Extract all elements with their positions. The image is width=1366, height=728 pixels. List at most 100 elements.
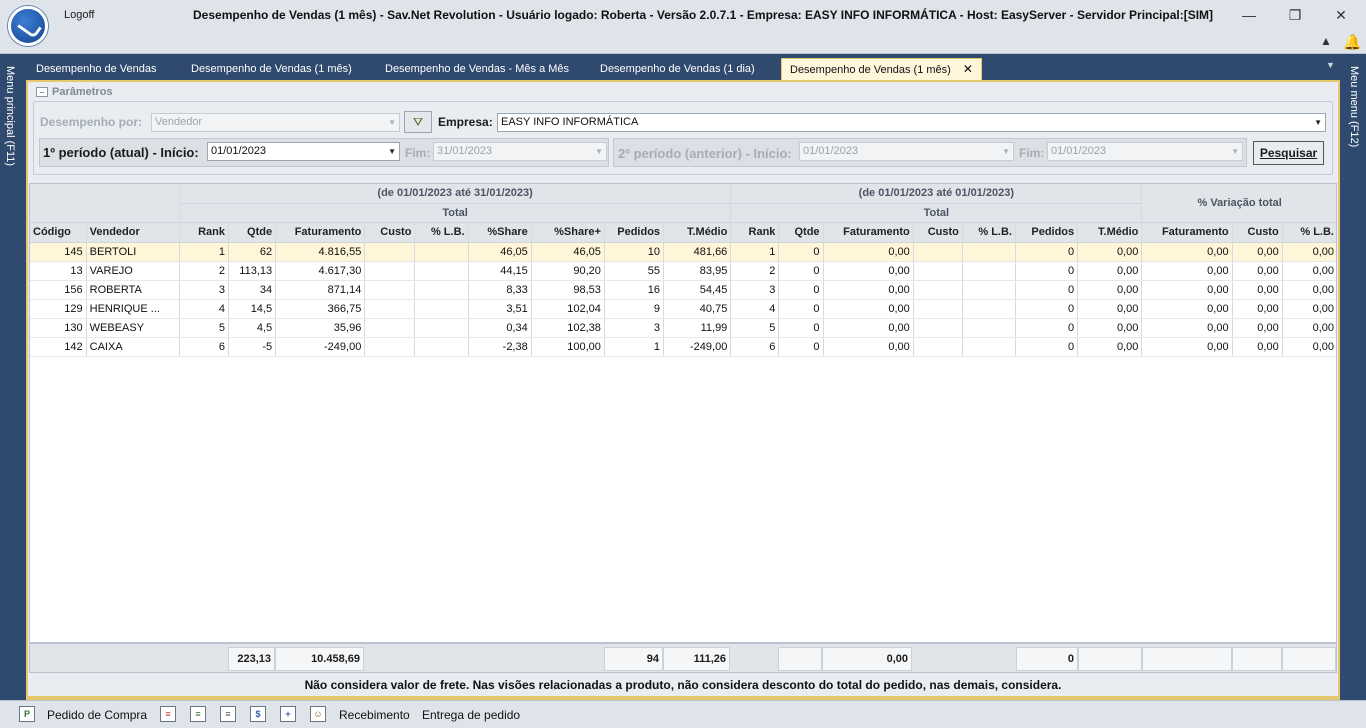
pedido-compra-icon[interactable]: P — [19, 706, 35, 722]
table-cell: 113,13 — [228, 261, 277, 281]
col-p2-pedidos[interactable]: Pedidos — [1015, 222, 1079, 243]
table-cell: 2 — [730, 261, 780, 281]
table-cell: 4,5 — [228, 318, 277, 338]
col-share[interactable]: %Share — [468, 222, 532, 243]
table-cell — [364, 242, 416, 262]
table-cell: 0 — [778, 318, 824, 338]
table-row[interactable]: 145 BERTOLI 1 62 4.816,55 46,05 46,05 10 481,66 1… — [30, 242, 1336, 262]
tab-desempenho-1-mes[interactable]: Desempenho de Vendas (1 mês) — [183, 60, 360, 80]
period2-end-date[interactable]: 01/01/2023 ▼ — [1047, 142, 1243, 161]
results-grid[interactable]: (de 01/01/2023 até 31/01/2023) (de 01/01… — [29, 183, 1337, 643]
header-blank — [30, 184, 180, 223]
table-cell: 6 — [179, 337, 230, 357]
total-p2-faturamento: 0,00 — [822, 647, 912, 671]
col-share-plus[interactable]: %Share+ — [531, 222, 605, 243]
tab-desempenho-mes-a-mes[interactable]: Desempenho de Vendas - Mês a Mês — [377, 60, 577, 80]
parameters-legend[interactable]: – Parâmetros — [36, 86, 113, 98]
tab-desempenho-1-dia[interactable]: Desempenho de Vendas (1 dia) — [592, 60, 763, 80]
tab-active-label: Desempenho de Vendas (1 mês) — [790, 64, 951, 76]
table-cell: 3 — [730, 280, 780, 300]
table-cell — [414, 337, 469, 357]
col-custo[interactable]: Custo — [364, 222, 416, 243]
chevron-down-icon: ▼ — [1314, 118, 1322, 127]
period1-start-date[interactable]: 01/01/2023 ▼ — [207, 142, 400, 161]
col-p2-rank[interactable]: Rank — [730, 222, 780, 243]
total-faturamento: 10.458,69 — [275, 647, 364, 671]
chevron-up-icon[interactable]: ▲ — [1320, 34, 1332, 48]
empresa-select[interactable]: EASY INFO INFORMÁTICA ▼ — [497, 113, 1326, 132]
users-icon[interactable]: ☺ — [310, 706, 326, 722]
col-p2-custo[interactable]: Custo — [913, 222, 963, 243]
app-logo[interactable] — [8, 6, 48, 46]
table-row[interactable]: 142 CAIXA 6 -5 -249,00 -2,38 100,00 1 -249,00 6 0 0… — [30, 337, 1336, 357]
recebimento-button[interactable]: Recebimento — [339, 708, 410, 722]
table-cell: 98,53 — [531, 280, 605, 300]
col-vendedor[interactable]: Vendedor — [86, 222, 180, 243]
total-p2-tmedio — [1078, 647, 1142, 671]
col-pedidos[interactable]: Pedidos — [604, 222, 665, 243]
desempenho-select[interactable]: Vendedor ▼ — [151, 113, 400, 132]
col-var-custo[interactable]: Custo — [1232, 222, 1283, 243]
report-red-icon[interactable]: ≡ — [160, 706, 176, 722]
col-p2-faturamento[interactable]: Faturamento — [823, 222, 914, 243]
main-menu-toggle[interactable]: Menu principal (F11) — [4, 66, 16, 166]
close-button[interactable]: ✕ — [1326, 4, 1356, 26]
search-button[interactable]: Pesquisar — [1253, 141, 1324, 165]
filter-button[interactable]: ⛛ — [404, 111, 432, 133]
my-menu-toggle[interactable]: Meu menu (F12) — [1348, 66, 1360, 147]
col-faturamento[interactable]: Faturamento — [275, 222, 366, 243]
right-sidebar[interactable] — [1340, 54, 1366, 700]
tab-desempenho-vendas[interactable]: Desempenho de Vendas — [28, 60, 164, 80]
table-cell: 0,00 — [1141, 280, 1233, 300]
table-cell: 3 — [179, 280, 230, 300]
table-row[interactable]: 130 WEBEASY 5 4,5 35,96 0,34 102,38 3 11,99 5 0 0,0… — [30, 318, 1336, 338]
table-cell: 156 — [30, 280, 87, 300]
pedido-compra-button[interactable]: Pedido de Compra — [47, 708, 147, 722]
table-cell: 871,14 — [275, 280, 366, 300]
table-row[interactable]: 13 VAREJO 2 113,13 4.617,30 44,15 90,20 55 83,95… — [30, 261, 1336, 281]
add-document-icon[interactable]: + — [280, 706, 296, 722]
col-p2-qtde[interactable]: Qtde — [778, 222, 824, 243]
table-cell: 0 — [1015, 318, 1079, 338]
bell-icon[interactable]: 🔔 — [1343, 33, 1362, 51]
document-icon[interactable]: ≡ — [220, 706, 236, 722]
table-cell: 83,95 — [663, 261, 732, 281]
report-green-icon[interactable]: ≡ — [190, 706, 206, 722]
table-cell: 0,00 — [1077, 280, 1143, 300]
table-cell: 0 — [778, 261, 824, 281]
table-cell: 16 — [604, 280, 665, 300]
table-cell: CAIXA — [86, 337, 180, 357]
entrega-pedido-button[interactable]: Entrega de pedido — [422, 708, 520, 722]
table-row[interactable]: 156 ROBERTA 3 34 871,14 8,33 98,53 16 54,45 3 0 0,0… — [30, 280, 1336, 300]
maximize-button[interactable]: ❐ — [1280, 4, 1310, 26]
col-rank[interactable]: Rank — [179, 222, 230, 243]
table-cell: 11,99 — [663, 318, 732, 338]
table-cell: 0,00 — [1141, 242, 1233, 262]
period2-start-date[interactable]: 01/01/2023 ▼ — [799, 142, 1014, 161]
table-cell: 6 — [730, 337, 780, 357]
minimize-button[interactable]: — — [1234, 4, 1264, 26]
header-variation: % Variação total — [1141, 184, 1336, 223]
tab-desempenho-1-mes-active[interactable]: Desempenho de Vendas (1 mês) ✕ — [781, 58, 982, 80]
col-codigo[interactable]: Código — [30, 222, 87, 243]
tab-list-dropdown-icon[interactable]: ▼ — [1326, 60, 1335, 70]
period1-start-value: 01/01/2023 — [211, 145, 267, 157]
col-var-lb[interactable]: % L.B. — [1282, 222, 1336, 243]
bottom-toolbar: P Pedido de Compra ≡ ≡ ≡ $ + ☺ Recebimen… — [0, 700, 1366, 728]
period1-end-date[interactable]: 31/01/2023 ▼ — [433, 142, 607, 161]
collapse-icon[interactable]: – — [36, 87, 48, 98]
logoff-link[interactable]: Logoff — [64, 9, 94, 21]
table-cell: 0,00 — [1232, 337, 1283, 357]
col-var-faturamento[interactable]: Faturamento — [1141, 222, 1233, 243]
col-qtde[interactable]: Qtde — [228, 222, 277, 243]
col-lb[interactable]: % L.B. — [414, 222, 469, 243]
col-p2-lb[interactable]: % L.B. — [962, 222, 1017, 243]
col-p2-tmedio[interactable]: T.Médio — [1077, 222, 1143, 243]
col-tmedio[interactable]: T.Médio — [663, 222, 732, 243]
chevron-down-icon: ▼ — [1231, 147, 1239, 156]
invoice-icon[interactable]: $ — [250, 706, 266, 722]
table-row[interactable]: 129 HENRIQUE ... 4 14,5 366,75 3,51 102,04 9 40,… — [30, 299, 1336, 319]
table-cell — [962, 242, 1017, 262]
table-cell: -2,38 — [468, 337, 532, 357]
close-icon[interactable]: ✕ — [963, 62, 973, 76]
